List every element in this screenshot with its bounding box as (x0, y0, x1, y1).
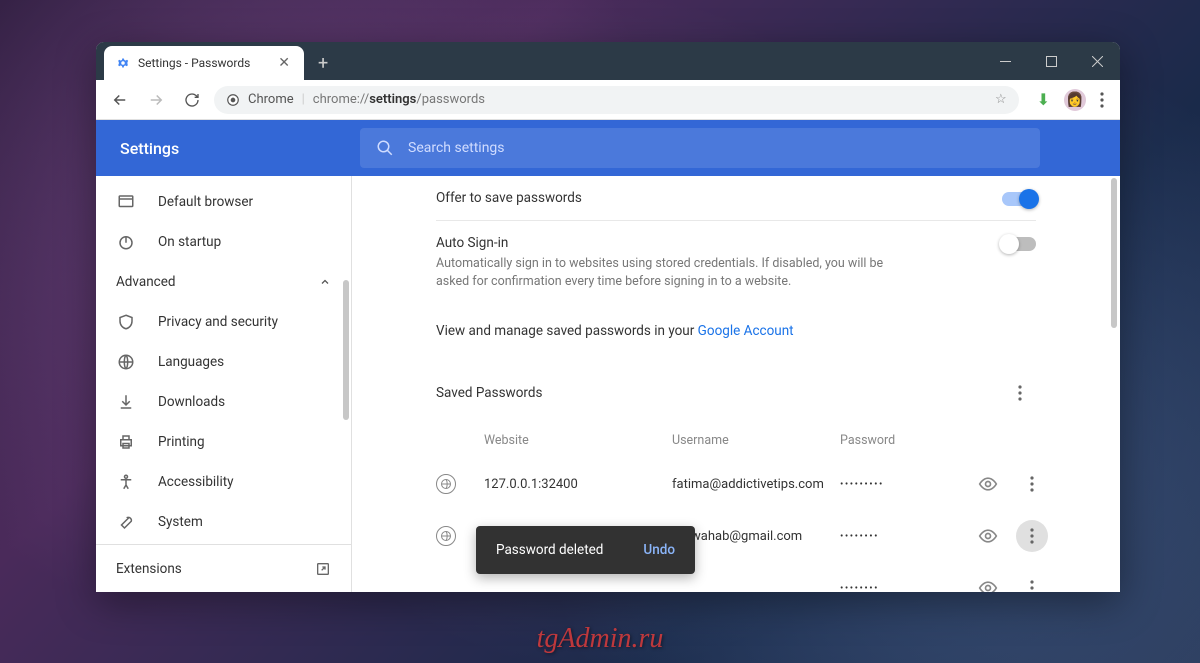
sidebar-item-label: Accessibility (158, 474, 234, 490)
sidebar-item-languages[interactable]: Languages (96, 342, 351, 382)
sidebar-section-advanced[interactable]: Advanced (96, 262, 351, 302)
settings-main[interactable]: Offer to save passwords Auto Sign-in Aut… (352, 176, 1120, 592)
sidebar-list[interactable]: Default browser On startup Advanced Priv… (96, 176, 351, 544)
show-password-button[interactable] (978, 474, 998, 494)
reload-button[interactable] (178, 86, 206, 114)
cell-password: •••••••• (840, 583, 960, 592)
cell-username: fatiwahab@gmail.com (672, 529, 832, 544)
sidebar-item-label: Default browser (158, 194, 253, 210)
accessibility-icon (116, 473, 136, 491)
browser-icon (116, 193, 136, 211)
sidebar-item-printing[interactable]: Printing (96, 422, 351, 462)
globe-icon (116, 353, 136, 371)
maximize-button[interactable] (1028, 42, 1074, 80)
tab-title: Settings - Passwords (138, 56, 250, 70)
auto-signin-desc: Automatically sign in to websites using … (436, 255, 916, 291)
browser-toolbar: Chrome | chrome://settings/passwords ☆ ⬇… (96, 80, 1120, 120)
row-manage-passwords: View and manage saved passwords in your … (416, 305, 1056, 353)
toast-undo-button[interactable]: Undo (643, 542, 675, 558)
settings-header: Settings (96, 120, 1120, 176)
toast-password-deleted: Password deleted Undo (476, 526, 695, 574)
row-auto-signin: Auto Sign-in Automatically sign in to we… (416, 221, 1056, 305)
col-password: Password (840, 433, 960, 448)
saved-passwords-title: Saved Passwords (436, 385, 542, 401)
browser-tab[interactable]: Settings - Passwords ✕ (104, 46, 304, 80)
row-offer-save: Offer to save passwords (416, 176, 1056, 220)
site-info-icon[interactable] (226, 93, 240, 107)
close-window-button[interactable] (1074, 42, 1120, 80)
sidebar-item-system[interactable]: System (96, 502, 351, 542)
sidebar-item-accessibility[interactable]: Accessibility (96, 462, 351, 502)
row-menu-button[interactable] (1016, 520, 1048, 552)
cell-password: ••••••••• (840, 479, 960, 490)
sidebar-scrollbar[interactable] (343, 280, 349, 420)
site-globe-icon (436, 474, 456, 494)
show-password-button[interactable] (978, 578, 998, 592)
cell-username: fatima@addictivetips.com (672, 477, 832, 492)
download-icon[interactable]: ⬇ (1037, 90, 1050, 109)
forward-button[interactable] (142, 86, 170, 114)
back-button[interactable] (106, 86, 134, 114)
window-titlebar: Settings - Passwords ✕ + (96, 42, 1120, 80)
gear-icon (116, 56, 130, 70)
toast-message: Password deleted (496, 542, 603, 558)
sidebar-item-label: On startup (158, 234, 221, 250)
row-menu-button[interactable] (1016, 572, 1048, 592)
power-icon (116, 233, 136, 251)
new-tab-button[interactable]: + (304, 46, 342, 80)
chevron-up-icon (319, 276, 331, 288)
minimize-button[interactable] (982, 42, 1028, 80)
watermark: tgAdmin.ru (537, 623, 664, 655)
cell-password: •••••••• (840, 531, 960, 542)
window-controls (982, 42, 1120, 80)
sidebar-item-label: Languages (158, 354, 224, 370)
settings-search[interactable] (360, 128, 1040, 168)
shield-icon (116, 313, 136, 331)
print-icon (116, 433, 136, 451)
col-website: Website (484, 433, 664, 448)
wrench-icon (116, 513, 136, 531)
address-url: chrome://settings/passwords (313, 92, 485, 107)
browser-menu-button[interactable] (1100, 92, 1104, 108)
offer-save-toggle[interactable] (1002, 192, 1036, 206)
sidebar-item-label: Privacy and security (158, 314, 278, 330)
toolbar-right: ⬇ 👩 (1027, 89, 1110, 111)
google-account-link[interactable]: Google Account (698, 323, 794, 339)
col-username: Username (672, 433, 832, 448)
sidebar-item-on-startup[interactable]: On startup (96, 222, 351, 262)
sidebar-item-label: Printing (158, 434, 205, 450)
auto-signin-toggle[interactable] (1002, 237, 1036, 251)
offer-save-label: Offer to save passwords (436, 190, 582, 206)
external-link-icon (315, 561, 331, 577)
search-input[interactable] (408, 140, 1024, 156)
bookmark-star-icon[interactable]: ☆ (995, 92, 1007, 107)
auto-signin-label: Auto Sign-in (436, 235, 916, 251)
page-title: Settings (120, 139, 340, 158)
profile-avatar[interactable]: 👩 (1064, 89, 1086, 111)
browser-window: Settings - Passwords ✕ + Chrome | chrome… (96, 42, 1120, 592)
table-header: Website Username Password (416, 423, 1056, 458)
sidebar-item-default-browser[interactable]: Default browser (96, 182, 351, 222)
address-bar[interactable]: Chrome | chrome://settings/passwords ☆ (214, 86, 1019, 114)
tab-close-button[interactable]: ✕ (274, 51, 294, 75)
show-password-button[interactable] (978, 526, 998, 546)
site-globe-icon (436, 526, 456, 546)
table-row: 127.0.0.1:32400 fatima@addictivetips.com… (416, 458, 1056, 510)
sidebar-item-label: System (158, 514, 203, 530)
settings-sidebar: Default browser On startup Advanced Priv… (96, 176, 352, 592)
saved-passwords-header: Saved Passwords (416, 353, 1056, 415)
saved-passwords-menu[interactable] (1004, 377, 1036, 409)
address-scheme: Chrome (248, 92, 294, 107)
sidebar-item-privacy[interactable]: Privacy and security (96, 302, 351, 342)
sidebar-extensions[interactable]: Extensions (96, 544, 351, 592)
cell-website[interactable]: 127.0.0.1:32400 (484, 477, 664, 492)
search-icon (376, 139, 394, 157)
row-menu-button[interactable] (1016, 468, 1048, 500)
sidebar-item-label: Downloads (158, 394, 225, 410)
download-icon (116, 393, 136, 411)
sidebar-item-reset[interactable]: Reset and clean up (96, 542, 351, 544)
main-scrollbar[interactable] (1111, 178, 1117, 328)
sidebar-item-downloads[interactable]: Downloads (96, 382, 351, 422)
